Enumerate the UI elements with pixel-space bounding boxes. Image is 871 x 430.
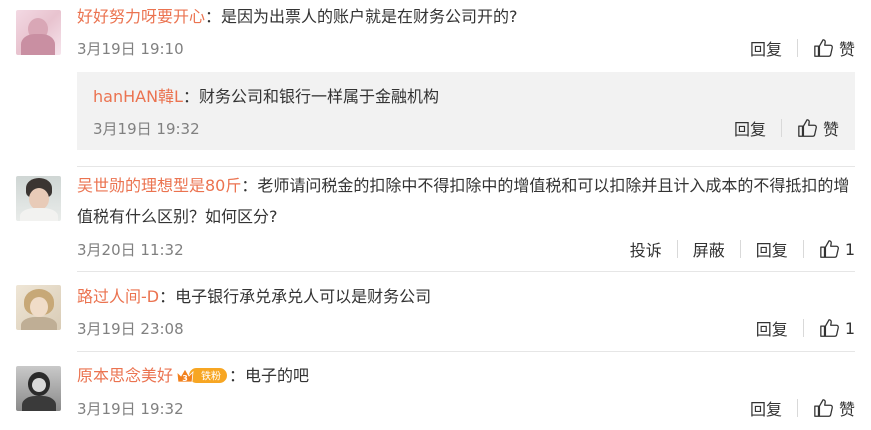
like-button[interactable]: 赞 <box>813 36 855 60</box>
avatar[interactable] <box>16 10 61 55</box>
colon: ： <box>241 176 258 195</box>
like-label: 赞 <box>838 400 855 419</box>
thumbs-up-icon <box>820 240 839 258</box>
username[interactable]: 原本思念美好 <box>77 366 173 385</box>
reply-button[interactable]: 回复 <box>756 237 788 261</box>
reply-actions: 回复 赞 <box>734 116 839 140</box>
divider <box>676 240 678 258</box>
comment-content: 路过人间-D：电子银行承兑承兑人可以是财务公司 <box>77 282 855 312</box>
timestamp: 3月19日 19:10 <box>77 40 184 58</box>
avatar[interactable] <box>16 366 61 411</box>
reply-content: hanHAN韓L：财务公司和银行一样属于金融机构 <box>93 82 839 112</box>
reply-button[interactable]: 回复 <box>756 316 788 340</box>
timestamp: 3月19日 23:08 <box>77 320 184 338</box>
comment-item: 好好努力呀要开心：是因为出票人的账户就是在财务公司开的? 3月19日 19:10… <box>0 0 871 168</box>
thumbs-up-icon <box>814 399 833 417</box>
like-button[interactable]: 赞 <box>813 396 855 420</box>
divider <box>796 39 798 57</box>
comment-text: 电子银行承兑承兑人可以是财务公司 <box>175 287 432 306</box>
timestamp: 3月20日 11:32 <box>77 241 184 259</box>
thumbs-up-icon <box>814 39 833 57</box>
thumbs-up-icon <box>820 319 839 337</box>
badge-level: 3 <box>182 374 188 383</box>
colon: ： <box>229 366 246 385</box>
like-button[interactable]: 1 <box>819 317 855 339</box>
comment-text: 是因为出票人的账户就是在财务公司开的? <box>221 7 518 26</box>
username[interactable]: 吴世勋的理想型是80斤 <box>77 176 241 195</box>
timestamp: 3月19日 19:32 <box>93 120 200 138</box>
comment-item: 吴世勋的理想型是80斤：老师请问税金的扣除中不得扣除中的增值税和可以扣除并且计入… <box>0 167 871 273</box>
divider <box>780 119 782 137</box>
colon: ： <box>205 7 222 26</box>
timestamp: 3月19日 19:32 <box>77 400 184 418</box>
reply-button[interactable]: 回复 <box>750 36 782 60</box>
comment-item: 路过人间-D：电子银行承兑承兑人可以是财务公司 3月19日 23:08 回复 1 <box>0 272 871 352</box>
comment-item: 原本思念美好 3 铁粉 ：电子的吧 3月19日 19:32 回复 赞 <box>0 352 871 430</box>
like-count: 1 <box>844 239 855 259</box>
thumbs-up-icon <box>798 119 817 137</box>
comment-actions: 投诉 屏蔽 回复 1 <box>630 237 855 261</box>
divider <box>802 319 804 337</box>
username[interactable]: 好好努力呀要开心 <box>77 7 205 26</box>
username[interactable]: hanHAN韓L <box>93 87 183 106</box>
like-button[interactable]: 1 <box>819 238 855 260</box>
username[interactable]: 路过人间-D <box>77 287 159 306</box>
comment-content: 吴世勋的理想型是80斤：老师请问税金的扣除中不得扣除中的增值税和可以扣除并且计入… <box>77 170 855 232</box>
comment-text: 电子的吧 <box>245 366 310 385</box>
like-button[interactable]: 赞 <box>797 116 839 140</box>
colon: ： <box>182 87 199 106</box>
like-count: 1 <box>844 318 855 338</box>
badge-label: 铁粉 <box>201 369 221 382</box>
comment-content: 好好努力呀要开心：是因为出票人的账户就是在财务公司开的? <box>77 2 855 32</box>
reply-button[interactable]: 回复 <box>734 116 766 140</box>
reply-text: 财务公司和银行一样属于金融机构 <box>198 87 439 106</box>
comment-actions: 回复 1 <box>756 316 855 340</box>
colon: ： <box>159 287 176 306</box>
reply-button[interactable]: 回复 <box>750 396 782 420</box>
fan-badge-crown-icon[interactable]: 3 铁粉 <box>175 365 229 385</box>
like-label: 赞 <box>822 120 839 139</box>
sub-reply: hanHAN韓L：财务公司和银行一样属于金融机构 3月19日 19:32 回复 … <box>77 72 855 150</box>
divider <box>739 240 741 258</box>
like-label: 赞 <box>838 40 855 59</box>
comment-actions: 回复 赞 <box>750 396 855 420</box>
divider <box>796 399 798 417</box>
avatar[interactable] <box>16 176 61 221</box>
divider <box>802 240 804 258</box>
comment-actions: 回复 赞 <box>750 36 855 60</box>
comment-content: 原本思念美好 3 铁粉 ：电子的吧 <box>77 361 855 391</box>
block-button[interactable]: 屏蔽 <box>693 237 725 261</box>
report-button[interactable]: 投诉 <box>630 237 662 261</box>
avatar[interactable] <box>16 285 61 330</box>
